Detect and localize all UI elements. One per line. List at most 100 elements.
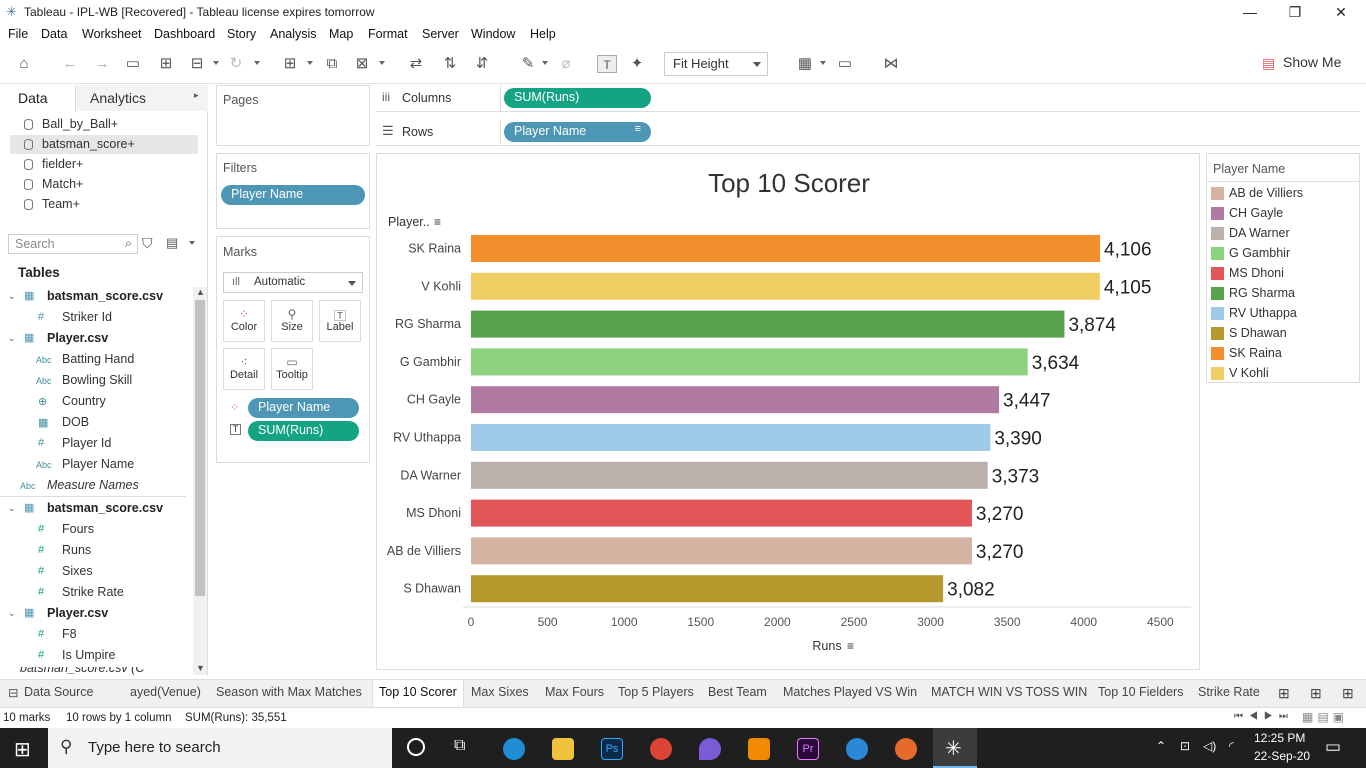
legend-swatch[interactable] [1211, 347, 1224, 360]
label-button[interactable]: 🅃 Label [319, 300, 361, 342]
tab-max-fours[interactable]: Max Fours [545, 685, 604, 699]
field-player-name[interactable]: Player Name [62, 457, 134, 471]
tab-best-team[interactable]: Best Team [708, 685, 767, 699]
collapse-icon[interactable]: ⌄ [8, 333, 16, 344]
sheet-nav-icons[interactable]: ⏮◀▶⏭ [1234, 711, 1294, 722]
columns-shelf[interactable]: iii Columns SUM(Runs) [376, 85, 1360, 112]
highlight-icon[interactable]: ✎ [518, 55, 538, 73]
collapse-icon[interactable]: ⌄ [8, 503, 16, 514]
view-cards-icon[interactable]: ▦ [795, 55, 815, 73]
field-sixes[interactable]: Sixes [62, 564, 93, 578]
filter-icon[interactable]: ⛉ [142, 235, 153, 252]
category-label[interactable]: G Gambhir [400, 355, 461, 369]
legend-swatch[interactable] [1211, 327, 1224, 340]
tab-strike-rate[interactable]: Strike Rate [1198, 685, 1260, 699]
menu-help[interactable]: Help [530, 27, 556, 41]
task-view-icon[interactable]: ⧉ [454, 737, 465, 755]
table-batsman-score-c[interactable]: batsman_score.csv (C [20, 667, 144, 675]
field-country[interactable]: Country [62, 394, 106, 408]
field-f8[interactable]: F8 [62, 627, 77, 641]
mark-pill-player-name[interactable]: Player Name [248, 398, 359, 418]
field-strike-rate[interactable]: Strike Rate [62, 585, 124, 599]
table-player[interactable]: Player.csv [47, 331, 108, 345]
scroll-down-icon[interactable]: ▼ [196, 663, 205, 673]
legend-swatch[interactable] [1211, 307, 1224, 320]
new-worksheet-icon[interactable]: ⊞ [280, 55, 300, 73]
bar[interactable] [471, 386, 1000, 414]
menu-worksheet[interactable]: Worksheet [82, 27, 142, 41]
bar[interactable] [471, 348, 1028, 376]
clock-time[interactable]: 12:25 PM [1254, 731, 1305, 745]
tab-matches-played-vs-win[interactable]: Matches Played VS Win [783, 685, 917, 699]
tab-top-10-scorer[interactable]: Top 10 Scorer [372, 680, 464, 708]
minimize-button[interactable]: — [1227, 2, 1273, 22]
share-icon[interactable]: ⋈ [881, 55, 901, 73]
field-is-umpire[interactable]: Is Umpire [62, 648, 115, 662]
file-explorer-icon[interactable] [552, 738, 574, 760]
filters-card[interactable]: Filters Player Name [216, 153, 370, 229]
datasource-fielder[interactable]: fielder+ [42, 157, 83, 171]
tooltip-button[interactable]: ▭ Tooltip [271, 348, 313, 390]
legend-item[interactable]: S Dhawan [1229, 326, 1287, 340]
legend-item[interactable]: RV Uthappa [1229, 306, 1297, 320]
legend-item[interactable]: RG Sharma [1229, 286, 1295, 300]
menu-analysis[interactable]: Analysis [270, 27, 317, 41]
legend-swatch[interactable] [1211, 287, 1224, 300]
bar[interactable] [471, 424, 991, 451]
bar[interactable] [471, 537, 972, 565]
notifications-icon[interactable]: ▭ [1325, 737, 1341, 757]
chrome-icon[interactable] [650, 738, 672, 760]
category-label[interactable]: DA Warner [400, 468, 461, 482]
sort-desc-icon[interactable]: ⇵ [472, 55, 492, 73]
taskbar-search[interactable]: ⚲ Type here to search [48, 728, 392, 768]
sort-asc-icon[interactable]: ⇅ [440, 55, 460, 73]
menu-format[interactable]: Format [368, 27, 408, 41]
clock-date[interactable]: 22-Sep-20 [1254, 749, 1310, 763]
paint-3d-icon[interactable] [699, 738, 721, 760]
category-label[interactable]: AB de Villiers [387, 544, 461, 558]
cortana-icon[interactable] [407, 738, 425, 756]
restore-button[interactable]: ❐ [1272, 2, 1318, 22]
bar[interactable] [471, 575, 944, 603]
clear-sheet-icon[interactable]: ⊠ [352, 55, 372, 73]
pause-updates-icon[interactable]: ⊟ [187, 55, 207, 73]
redo-icon[interactable]: → [92, 55, 112, 73]
legend-swatch[interactable] [1211, 227, 1224, 240]
volume-icon[interactable]: ◁) [1203, 739, 1216, 753]
field-runs[interactable]: Runs [62, 543, 91, 557]
duplicate-icon[interactable]: ⧉ [322, 55, 342, 73]
show-me-button[interactable]: Show Me [1283, 54, 1341, 70]
tab-top-10-fielders[interactable]: Top 10 Fielders [1098, 685, 1183, 699]
presentation-icon[interactable]: ▭ [835, 55, 855, 73]
tab-data-source[interactable]: Data Source [24, 685, 93, 699]
category-label[interactable]: MS Dhoni [406, 506, 461, 520]
legend-item[interactable]: CH Gayle [1229, 206, 1283, 220]
x-sort-icon[interactable]: ≡ [847, 639, 854, 653]
rows-shelf[interactable]: ☰ Rows Player Name ≡ [376, 119, 1360, 146]
field-batting-hand[interactable]: Batting Hand [62, 352, 134, 366]
datasource-team[interactable]: Team+ [42, 197, 80, 211]
swap-icon[interactable]: ⇄ [406, 55, 426, 73]
category-label[interactable]: CH Gayle [407, 393, 461, 407]
premiere-icon[interactable]: Pr [797, 738, 819, 760]
windows-start-icon[interactable]: ⊞ [14, 737, 31, 762]
view-mode-icons[interactable]: ▦▤▣ [1302, 710, 1348, 724]
rows-pill-player-name[interactable]: Player Name ≡ [504, 122, 651, 142]
menu-window[interactable]: Window [471, 27, 515, 41]
field-fours[interactable]: Fours [62, 522, 94, 536]
tab-top-5-players[interactable]: Top 5 Players [618, 685, 694, 699]
menu-map[interactable]: Map [329, 27, 353, 41]
legend-swatch[interactable] [1211, 367, 1224, 380]
tab-data[interactable]: Data [0, 85, 76, 112]
pages-card[interactable]: Pages [216, 85, 370, 146]
bar[interactable] [471, 310, 1065, 338]
field-measure-names[interactable]: Measure Names [47, 478, 139, 492]
network-icon[interactable]: ⊡ [1180, 739, 1190, 753]
home-icon[interactable]: ⌂ [14, 55, 34, 73]
legend-item[interactable]: G Gambhir [1229, 246, 1290, 260]
save-icon[interactable]: ▭ [123, 55, 143, 73]
mark-type-dropdown[interactable]: ıll Automatic [223, 272, 363, 293]
pin-icon[interactable]: ✦ [627, 55, 647, 73]
menu-server[interactable]: Server [422, 27, 459, 41]
new-worksheet-tab-icon[interactable]: ⊞ [1278, 685, 1290, 702]
